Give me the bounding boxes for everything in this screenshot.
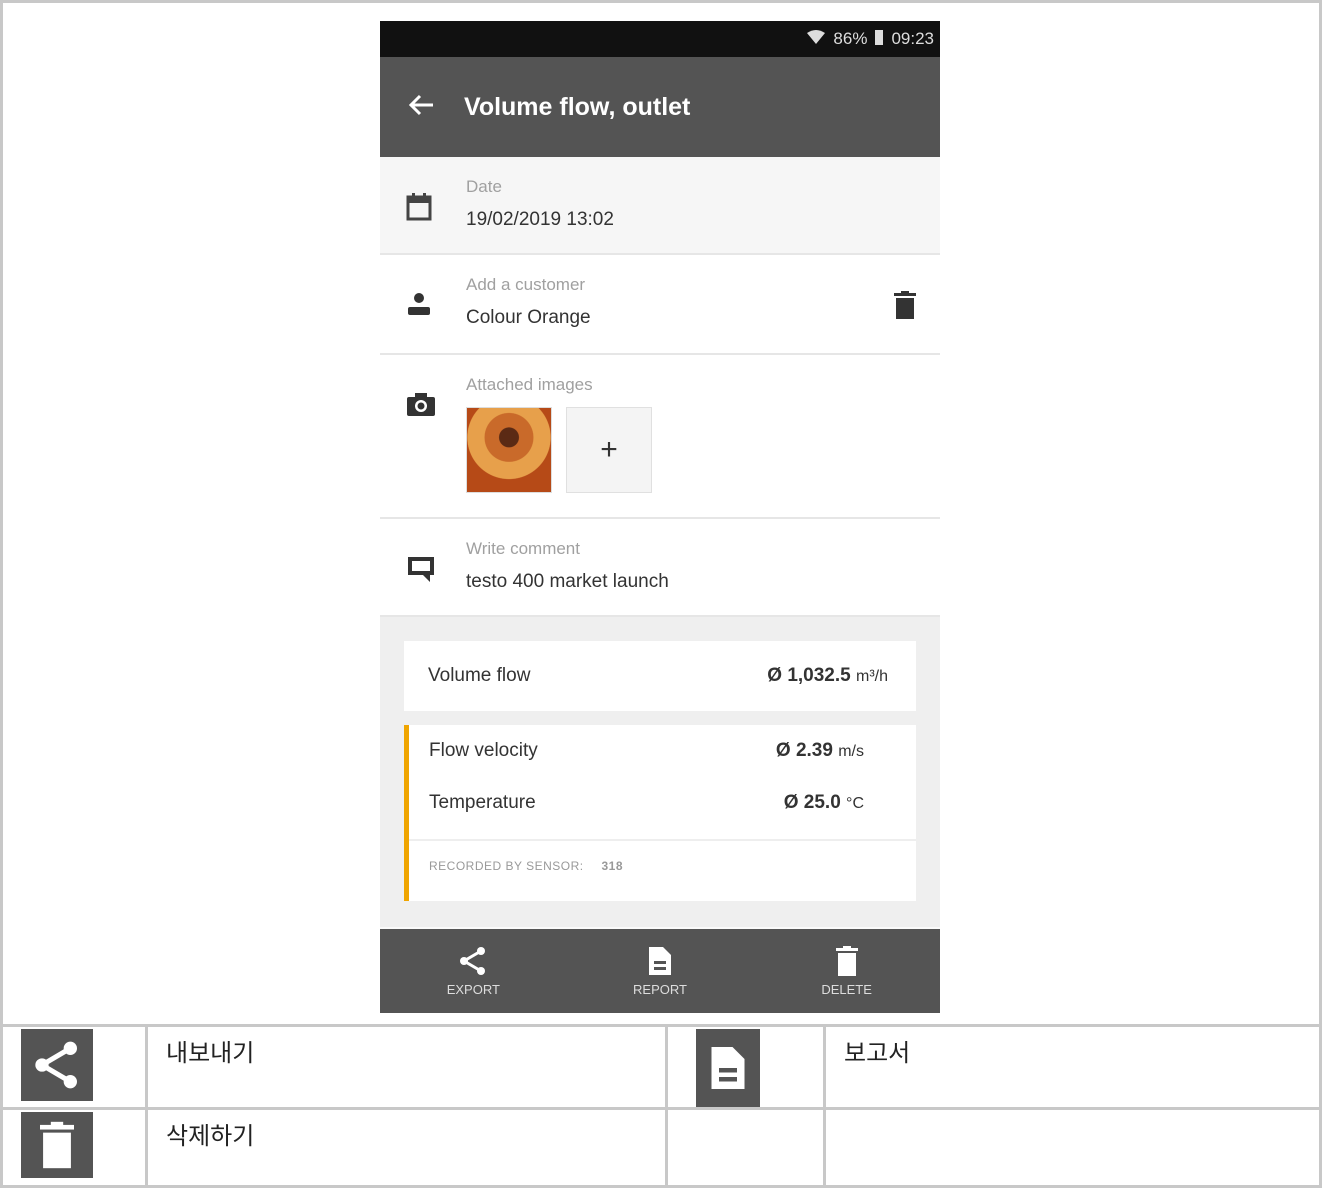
remove-customer-trash-icon[interactable] [894,291,916,324]
export-button[interactable]: EXPORT [403,946,543,997]
comment-row[interactable]: Write comment testo 400 market launch [380,519,940,617]
flow-velocity-label: Flow velocity [429,740,538,761]
legend-delete-text: 삭제하기 [145,1107,668,1188]
battery-icon [875,29,884,50]
app-bar: Volume flow, outlet [380,57,940,157]
volume-flow-value: Ø 1,032.5 [767,665,851,686]
document-table: 86% 09:23 Volume flow, outlet Date 19/02… [0,0,1322,1188]
temperature-unit: °C [846,795,864,812]
comment-label: Write comment [466,539,580,558]
customer-label: Add a customer [466,275,586,294]
trash-icon [835,945,858,976]
report-button[interactable]: REPORT [590,946,730,997]
phone-screen: 86% 09:23 Volume flow, outlet Date 19/02… [380,21,940,1013]
flow-velocity-value: Ø 2.39 [775,740,833,761]
wifi-icon [807,29,826,49]
back-arrow-icon[interactable] [408,92,434,122]
customer-row[interactable]: Add a customer Colour Orange [380,255,940,355]
customer-value: Colour Orange [466,307,591,328]
person-icon [406,255,466,322]
date-row[interactable]: Date 19/02/2019 13:02 [380,157,940,255]
attached-image-thumbnail[interactable] [466,407,552,493]
page-title: Volume flow, outlet [464,92,691,121]
recorded-by-sensor: RECORDED BY SENSOR: 318 [409,839,916,891]
temperature-label: Temperature [429,792,536,813]
attached-images-label: Attached images [466,375,593,394]
legend-empty-text-cell [823,1107,1322,1188]
export-label: EXPORT [446,981,500,997]
status-bar: 86% 09:23 [380,21,940,57]
clock: 09:23 [891,29,934,48]
calendar-icon [406,157,466,226]
legend-export-text: 내보내기 [145,1024,668,1110]
temperature-value: Ø 25.0 [783,792,841,813]
report-label: REPORT [633,981,687,997]
sensor-id: 318 [601,859,624,873]
attached-images-row: Attached images + [380,355,940,519]
bottom-action-bar: EXPORT REPORT DELETE [380,929,940,1013]
report-document-icon [648,946,671,975]
delete-label: DELETE [821,981,872,997]
report-document-icon [696,1029,760,1107]
delete-button[interactable]: DELETE [777,945,917,997]
volume-flow-label: Volume flow [428,665,531,686]
battery-percent: 86% [833,29,868,48]
volume-flow-unit: m³/h [856,668,888,685]
legend-empty-icon-cell [665,1107,826,1188]
results-panel: Volume flow Ø 1,032.5 m³/h Flow velocity… [380,617,940,927]
share-icon [460,946,486,975]
legend-export-icon-cell [0,1024,148,1110]
camera-icon [406,355,466,422]
date-value: 19/02/2019 13:02 [466,209,614,230]
comment-value: testo 400 market launch [466,571,669,592]
legend-report-text: 보고서 [823,1024,1322,1110]
temperature-line: Temperature Ø 25.0 °C [409,777,916,829]
legend-delete-icon-cell [0,1107,148,1188]
flow-velocity-line: Flow velocity Ø 2.39 m/s [409,725,916,777]
date-label: Date [466,177,502,196]
screenshot-cell: 86% 09:23 Volume flow, outlet Date 19/02… [0,0,1322,1027]
comment-icon [406,519,466,588]
add-image-button[interactable]: + [566,407,652,493]
flow-velocity-unit: m/s [838,743,864,760]
volume-flow-card: Volume flow Ø 1,032.5 m³/h [404,641,916,711]
legend-report-icon-cell [665,1024,826,1110]
recorded-by-label: RECORDED BY SENSOR: [429,859,584,873]
share-icon [21,1029,93,1101]
sensor-card: Flow velocity Ø 2.39 m/s Temperature Ø 2… [404,725,916,901]
trash-icon [21,1112,93,1178]
